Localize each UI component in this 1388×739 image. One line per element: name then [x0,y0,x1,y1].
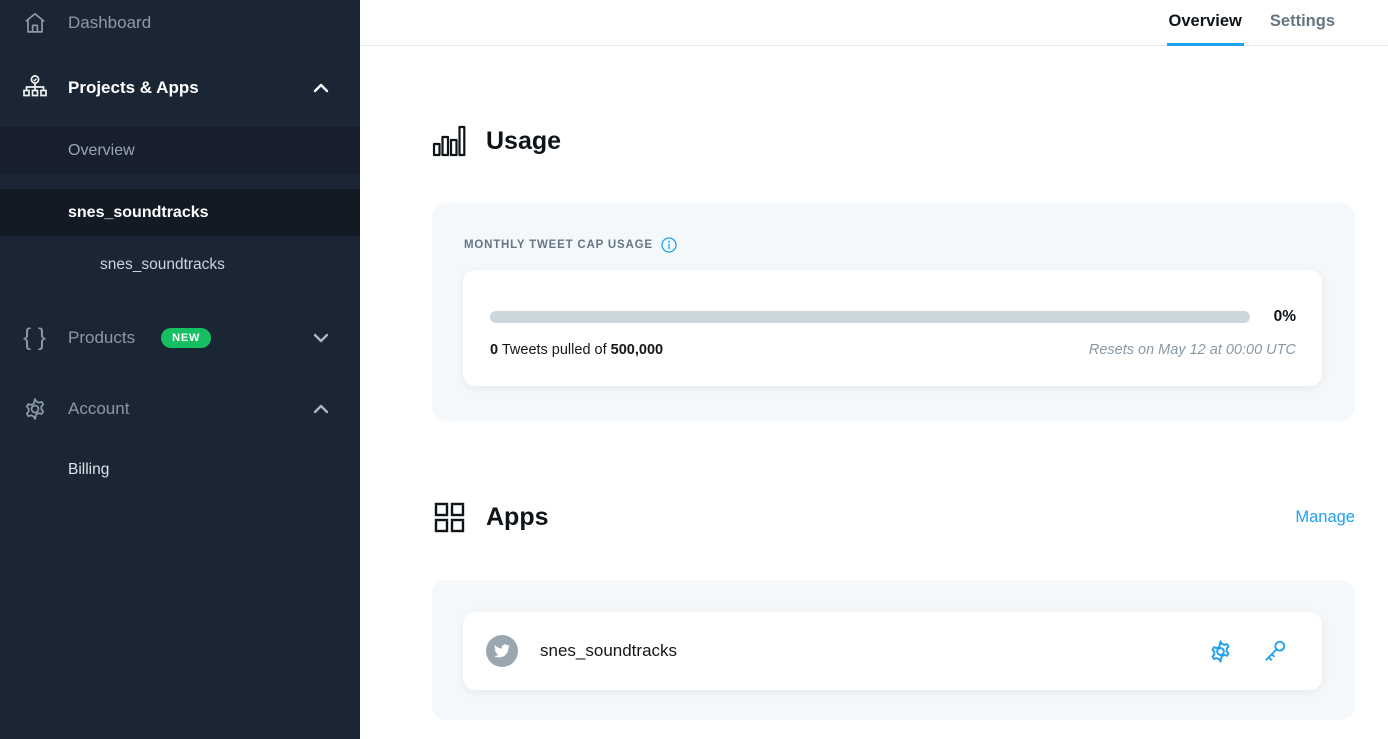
tweets-pulled-count: 0 [490,342,498,358]
bar-chart-icon [432,122,466,160]
apps-card: snes_soundtracks [432,580,1355,720]
info-icon[interactable] [661,237,677,253]
sitemap-icon [20,73,50,103]
new-badge: NEW [161,328,211,348]
reset-date-text: Resets on May 12 at 00:00 UTC [1089,342,1296,358]
tab-settings[interactable]: Settings [1268,0,1337,46]
sidebar-item-project-app[interactable]: snes_soundtracks [0,242,360,287]
sidebar-item-projects-apps[interactable]: Projects & Apps [0,64,360,112]
apps-title: Apps [486,503,549,532]
braces-icon: { } [20,323,50,353]
tweets-pulled-label: Tweets pulled of [498,342,611,358]
gear-icon [20,394,50,424]
sidebar-item-label: Billing [68,461,109,479]
sidebar-item-dashboard[interactable]: Dashboard [0,0,360,46]
twitter-icon [486,635,518,667]
usage-section-header: Usage [432,122,1355,160]
tab-bar: Overview Settings [1167,0,1337,46]
apps-section-header: Apps Manage [432,498,1355,536]
main-header: Overview Settings [360,0,1388,46]
app-actions [1207,638,1288,665]
sidebar-item-label: snes_soundtracks [100,256,225,274]
grid-icon [432,498,466,536]
manage-link[interactable]: Manage [1295,508,1355,527]
sidebar-item-label: Projects & Apps [68,78,199,98]
sidebar: Dashboard Projects & Apps [0,0,360,739]
tweets-pulled-text: 0 Tweets pulled of 500,000 [490,342,663,358]
usage-stats-row: 0 Tweets pulled of 500,000 Resets on May… [490,342,1296,358]
app-keys-icon[interactable] [1261,638,1288,665]
chevron-up-icon [310,77,332,99]
usage-inner-card: 0% 0 Tweets pulled of 500,000 Resets on … [463,270,1322,386]
sidebar-item-label: snes_soundtracks [68,204,209,222]
tab-overview[interactable]: Overview [1167,0,1244,46]
sidebar-item-label: Dashboard [68,13,151,33]
sidebar-item-label: Account [68,399,129,419]
usage-title: Usage [486,127,561,156]
sidebar-item-label: Overview [68,142,135,160]
developer-portal: Dashboard Projects & Apps [0,0,1388,739]
sidebar-item-overview[interactable]: Overview [0,127,360,174]
cap-label: MONTHLY TWEET CAP USAGE [464,239,653,251]
chevron-down-icon [310,327,332,349]
home-icon [20,8,50,38]
usage-percent: 0% [1274,308,1296,326]
sidebar-item-products[interactable]: { } Products NEW [0,314,360,362]
usage-card: MONTHLY TWEET CAP USAGE 0% 0 Tweets pull… [432,203,1355,421]
tweets-cap-value: 500,000 [611,342,663,358]
app-row: snes_soundtracks [463,612,1322,690]
sidebar-item-account[interactable]: Account [0,385,360,432]
progress-row: 0% [490,308,1296,326]
app-settings-gear-icon[interactable] [1207,638,1234,665]
cap-label-row: MONTHLY TWEET CAP USAGE [464,237,1355,253]
app-name: snes_soundtracks [540,641,677,661]
sidebar-item-billing[interactable]: Billing [0,447,360,493]
sidebar-item-project[interactable]: snes_soundtracks [0,189,360,236]
sidebar-item-label: Products [68,328,135,348]
tweet-cap-progress-bar [490,311,1250,323]
chevron-up-icon [310,398,332,420]
